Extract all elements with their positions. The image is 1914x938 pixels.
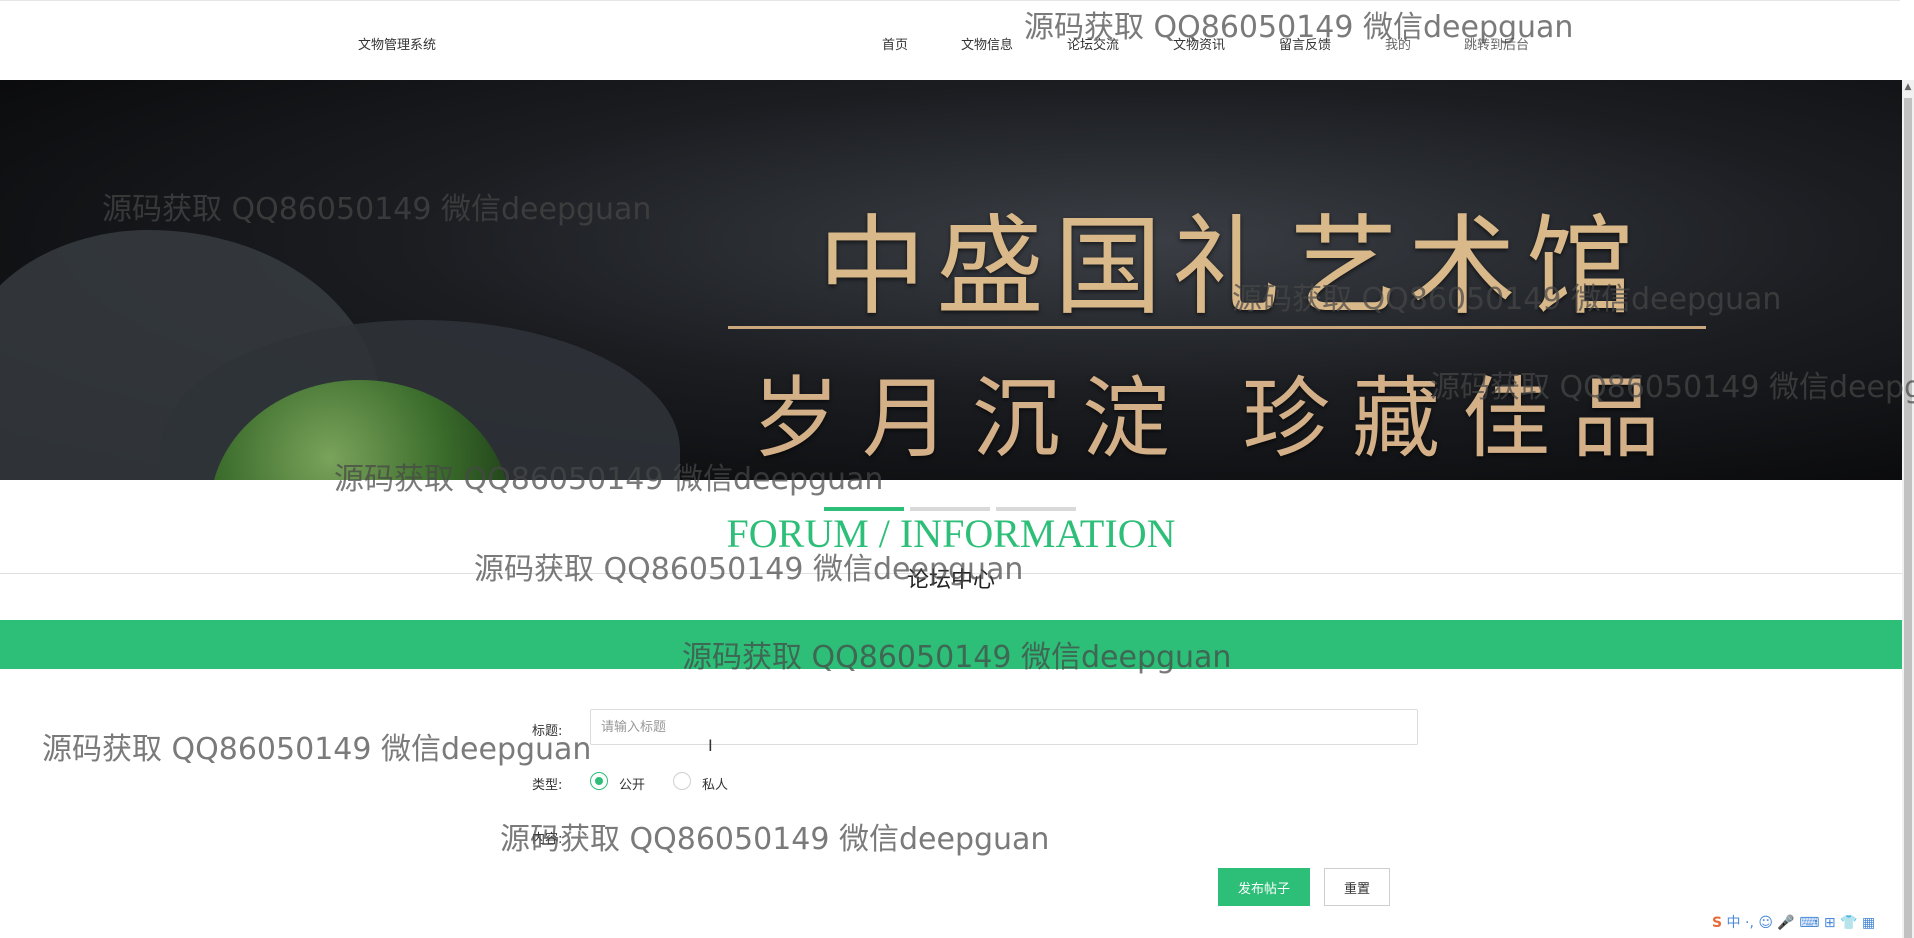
nav-artifact-news[interactable]: 文物资讯	[1173, 34, 1225, 53]
radio-public[interactable]	[590, 772, 608, 790]
reset-button[interactable]: 重置	[1324, 868, 1390, 906]
banner-divider	[728, 326, 1706, 329]
sogou-logo-icon: S	[1712, 915, 1723, 931]
section-title-en: FORUM / INFORMATION	[726, 511, 1176, 556]
nav-home[interactable]: 首页	[882, 34, 908, 53]
radio-private[interactable]	[673, 772, 691, 790]
banner-carousel[interactable]: 中盛国礼艺术馆 岁月沉淀 珍藏佳品	[0, 80, 1902, 480]
site-logo-text[interactable]: 文物管理系统	[358, 34, 436, 53]
top-border	[0, 0, 1900, 1]
nav-artifact-info[interactable]: 文物信息	[961, 34, 1013, 53]
watermark-text: 源码获取 QQ86050149 微信deepguan	[42, 732, 592, 767]
section-green-bar	[0, 620, 1902, 669]
section-title-zh: 论坛中心	[906, 568, 995, 593]
type-label: 类型:	[532, 778, 563, 793]
radio-private-label[interactable]: 私人	[702, 774, 728, 793]
publish-post-button[interactable]: 发布帖子	[1218, 868, 1310, 906]
top-navbar: 文物管理系统 首页 文物信息 论坛交流 文物资讯 留言反馈 我的 跳转到后台	[0, 0, 1902, 80]
nav-my[interactable]: 我的	[1385, 34, 1411, 53]
ime-toolbar[interactable]: S 中 ·, ☺ 🎤 ⌨ ⊞ 👕 ▦	[1712, 912, 1875, 932]
text-cursor-icon: I	[708, 736, 713, 755]
banner-title: 中盛国礼艺术馆	[818, 205, 1645, 330]
nav-admin[interactable]: 跳转到后台	[1464, 34, 1529, 53]
scroll-thumb[interactable]	[1904, 98, 1912, 938]
radio-public-label[interactable]: 公开	[619, 774, 645, 793]
content-label: 内容:	[532, 832, 563, 847]
watermark-text: 源码获取 QQ86050149 微信deepguan	[500, 822, 1050, 857]
title-input[interactable]	[590, 709, 1418, 745]
title-label: 标题:	[532, 724, 563, 739]
page-scrollbar[interactable]: ▲	[1902, 80, 1914, 938]
nav-forum[interactable]: 论坛交流	[1067, 34, 1119, 53]
scroll-up-arrow-icon[interactable]: ▲	[1902, 80, 1914, 94]
banner-subtitle: 岁月沉淀 珍藏佳品	[752, 367, 1682, 470]
nav-feedback[interactable]: 留言反馈	[1279, 34, 1331, 53]
ime-toolbar-buttons[interactable]: 中 ·, ☺ 🎤 ⌨ ⊞ 👕 ▦	[1727, 915, 1876, 931]
